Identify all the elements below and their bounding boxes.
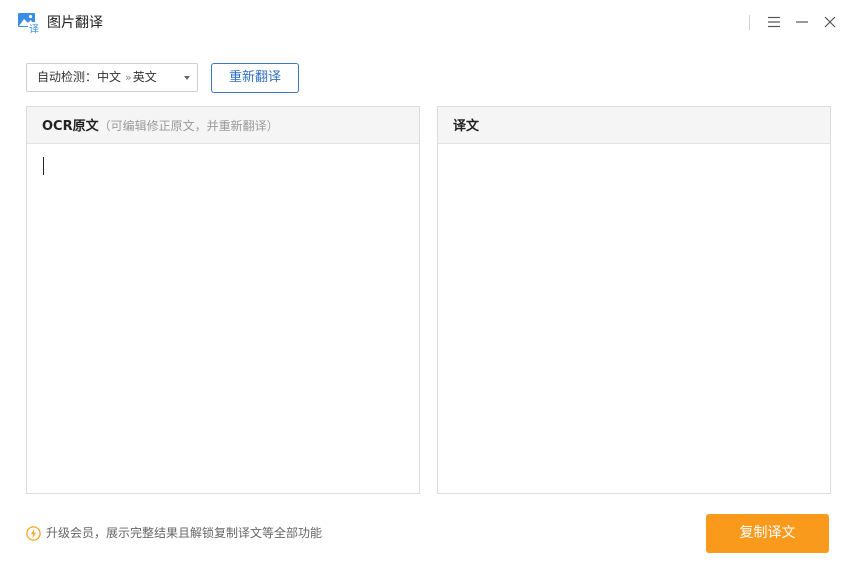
language-select[interactable]: 自动检测：中文» 英文 [26, 63, 198, 92]
source-language: 中文 [97, 70, 122, 84]
source-panel-title: OCR原文 [42, 119, 99, 134]
image-translate-icon: 译 [18, 12, 40, 36]
minimize-icon[interactable] [793, 13, 811, 31]
source-language-prefix: 自动检测： [37, 70, 98, 84]
source-text-input[interactable] [27, 144, 419, 493]
target-language: 英文 [132, 70, 157, 84]
window-title: 图片翻译 [47, 15, 103, 31]
retranslate-button[interactable]: 重新翻译 [211, 63, 299, 93]
double-chevron-right-icon: » [125, 71, 132, 84]
result-panel-body [438, 144, 830, 493]
title-bar: 译 图片翻译 [0, 0, 856, 46]
copy-translation-button[interactable]: 复制译文 [706, 514, 829, 553]
result-panel: 译文 [437, 106, 831, 494]
svg-text:译: 译 [29, 24, 39, 35]
result-panel-header: 译文 [438, 107, 830, 144]
source-panel-body [27, 144, 419, 493]
chevron-down-icon [184, 76, 190, 80]
vip-upgrade-text[interactable]: 升级会员，展示完整结果且解锁复制译文等全部功能 [46, 525, 322, 541]
title-separator [749, 15, 750, 30]
menu-icon[interactable] [765, 13, 783, 31]
vip-lightning-icon [26, 526, 41, 541]
text-cursor [43, 157, 44, 175]
source-panel: OCR原文（可编辑修正原文，并重新翻译） [26, 106, 420, 494]
translation-output [438, 144, 830, 168]
source-panel-header: OCR原文（可编辑修正原文，并重新翻译） [27, 107, 419, 144]
close-icon[interactable] [821, 13, 839, 31]
result-panel-title: 译文 [453, 119, 480, 134]
source-panel-hint: （可编辑修正原文，并重新翻译） [98, 119, 279, 133]
